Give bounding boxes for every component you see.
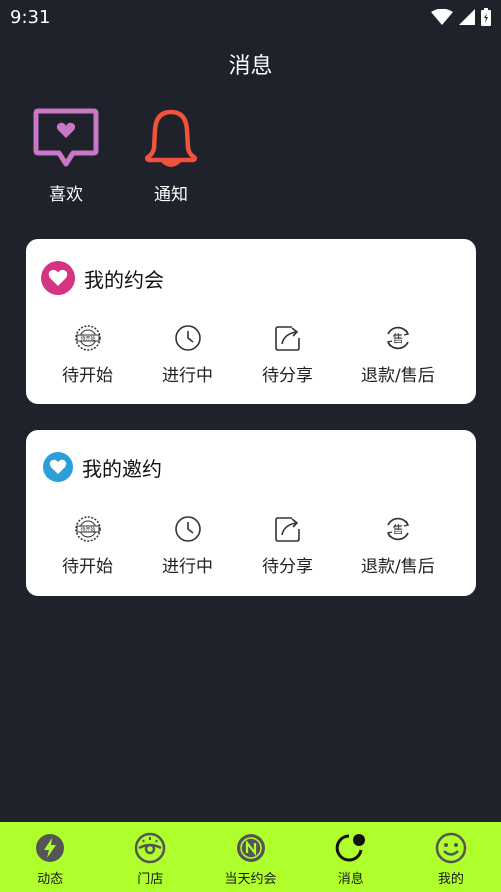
tab-message[interactable]: 消息	[301, 822, 401, 892]
status-time: 9:31	[10, 6, 51, 28]
my-invites-card: 我的邀约 待开始 待开始 进行中 待分享 售 退款/售后	[26, 430, 476, 596]
refund-label: 退款/售后	[361, 366, 435, 386]
pending-label: 待开始	[62, 557, 113, 577]
bell-icon	[144, 109, 198, 167]
refund-item[interactable]: 售 退款/售后	[361, 323, 435, 386]
share-icon	[273, 514, 303, 544]
notice-shortcut[interactable]: 通知	[131, 108, 211, 205]
ongoing-label: 进行中	[162, 557, 213, 577]
today-date-icon	[235, 832, 267, 864]
ongoing-label: 进行中	[162, 366, 213, 386]
notice-label: 通知	[154, 185, 188, 205]
svg-text:售: 售	[392, 331, 403, 345]
refund-icon: 售	[383, 323, 413, 353]
status-bar: 9:31	[0, 0, 501, 34]
card-title: 我的邀约	[82, 456, 162, 481]
tab-mine[interactable]: 我的	[401, 822, 501, 892]
pending-item[interactable]: 待开始 待开始	[62, 323, 113, 386]
pending-stamp-icon: 待开始	[73, 514, 103, 544]
bottom-tab-bar: 动态 门店 当天约会 消息 我的	[0, 822, 501, 892]
clock-icon	[173, 323, 203, 353]
page-title: 消息	[228, 54, 273, 79]
status-icons	[431, 8, 491, 26]
to-share-label: 待分享	[262, 557, 313, 577]
pending-stamp-icon: 待开始	[73, 323, 103, 353]
likes-label: 喜欢	[49, 185, 83, 205]
refund-icon: 售	[383, 514, 413, 544]
ongoing-item[interactable]: 进行中	[162, 323, 213, 386]
tab-feed-label: 动态	[37, 872, 64, 887]
wifi-icon	[431, 9, 453, 25]
pending-item[interactable]: 待开始 待开始	[62, 514, 113, 577]
svg-text:待开始: 待开始	[80, 526, 95, 533]
likes-shortcut[interactable]: 喜欢	[26, 108, 106, 205]
smile-icon	[435, 832, 467, 864]
pending-label: 待开始	[62, 366, 113, 386]
heart-badge-icon	[41, 261, 75, 295]
refund-item[interactable]: 售 退款/售后	[361, 514, 435, 577]
ongoing-item[interactable]: 进行中	[162, 514, 213, 577]
heart-badge-icon	[43, 452, 73, 482]
message-icon	[335, 832, 367, 864]
card-header[interactable]: 我的邀约	[41, 452, 162, 482]
signal-icon	[459, 9, 475, 25]
clock-icon	[173, 514, 203, 544]
tab-mine-label: 我的	[437, 872, 464, 887]
tab-feed[interactable]: 动态	[0, 822, 100, 892]
battery-icon	[481, 8, 491, 26]
to-share-item[interactable]: 待分享	[262, 323, 313, 386]
tab-store[interactable]: 门店	[100, 822, 200, 892]
chat-heart-icon	[33, 108, 99, 167]
tab-store-label: 门店	[137, 872, 164, 887]
store-icon	[134, 832, 166, 864]
svg-text:待开始: 待开始	[80, 335, 95, 342]
tab-message-label: 消息	[337, 872, 364, 887]
card-title: 我的约会	[84, 267, 164, 292]
refund-label: 退款/售后	[361, 557, 435, 577]
my-dates-card: 我的约会 待开始 待开始 进行中 待分享 售 退款/售后	[26, 239, 476, 404]
to-share-label: 待分享	[262, 366, 313, 386]
svg-text:售: 售	[392, 522, 403, 536]
share-icon	[273, 323, 303, 353]
tab-today-label: 当天约会	[224, 872, 277, 887]
lightning-icon	[34, 832, 66, 864]
card-header[interactable]: 我的约会	[41, 261, 164, 295]
tab-today[interactable]: 当天约会	[200, 822, 300, 892]
to-share-item[interactable]: 待分享	[262, 514, 313, 577]
